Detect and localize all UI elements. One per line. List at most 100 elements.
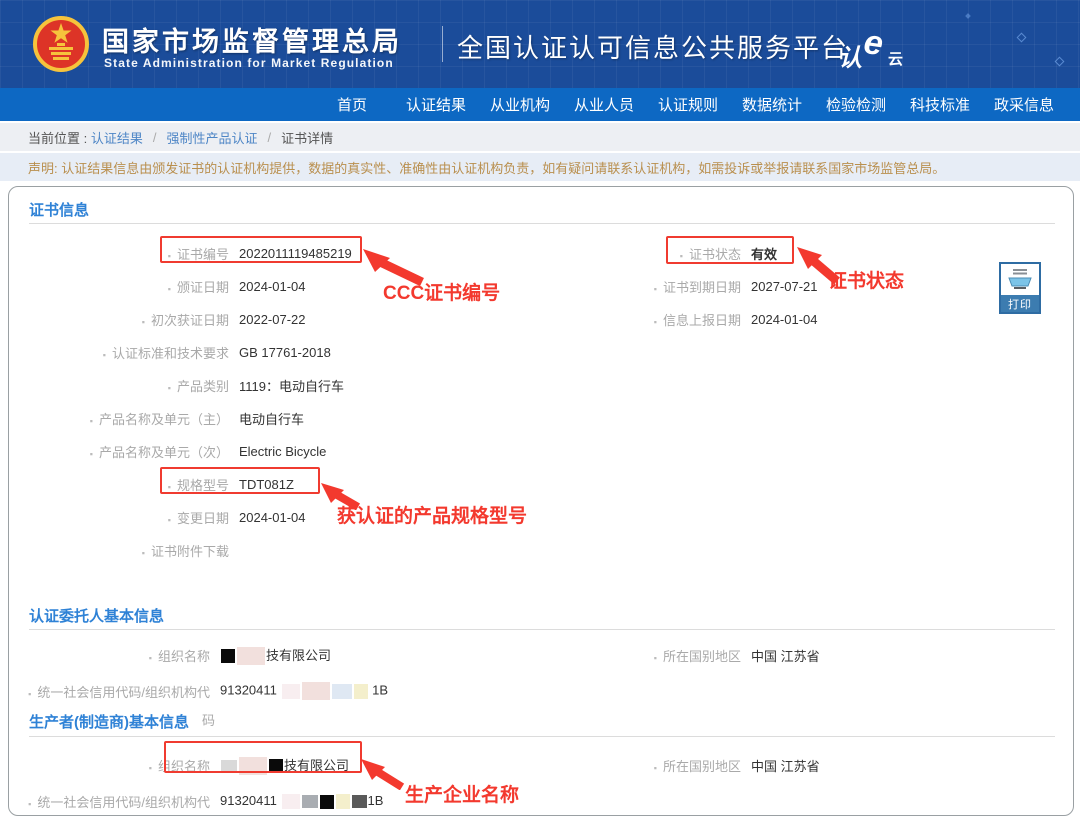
section-divider [29, 629, 1055, 630]
field-row-expiry-date: 证书到期日期 2027-07-21 [459, 270, 818, 303]
redaction-block [282, 684, 300, 699]
highlight-box-model [160, 467, 320, 494]
field-label: 变更日期 [9, 508, 229, 527]
field-value: 2024-01-04 [751, 312, 818, 327]
field-value-applicant-code: 91320411 1B [220, 682, 388, 700]
certificate-panel: 证书信息 证书编号 2022011119485219 颁证日期 2024-01-… [8, 186, 1074, 816]
breadcrumb-link-ccc[interactable]: 强制性产品认证 [167, 128, 258, 147]
redaction-block [221, 649, 235, 663]
field-row-attachment-download: 证书附件下载 [9, 534, 352, 567]
field-row-product-category: 产品类别 1119：电动自行车 [9, 369, 352, 402]
breadcrumb-separator: / [268, 130, 272, 145]
field-label: 证书到期日期 [459, 277, 741, 296]
applicant-fields-left: 组织名称 技有限公司 统一社会信用代码/组织机构代 91320411 1B [9, 637, 388, 709]
field-value: Electric Bicycle [239, 444, 326, 459]
redaction-block [332, 684, 352, 699]
breadcrumb-current: 证书详情 [281, 128, 333, 147]
disclaimer-bar: 声明: 认证结果信息由颁发证书的认证机构提供，数据的真实性、准确性由认证机构负责… [0, 153, 1080, 181]
field-label: 统一社会信用代码/组织机构代 [9, 682, 210, 701]
field-label: 颁证日期 [9, 277, 229, 296]
redaction-block [352, 795, 367, 808]
header-divider [442, 26, 443, 62]
print-button-label: 打印 [1001, 295, 1039, 312]
nav-item-cert-results[interactable]: 认证结果 [394, 94, 478, 115]
field-value: 2024-01-04 [239, 279, 306, 294]
decor-diamond-icon [1055, 57, 1065, 67]
logo-char-ren: 认 [838, 38, 862, 73]
field-row-product-name-main: 产品名称及单元（主） 电动自行车 [9, 402, 352, 435]
attachment-download-label[interactable]: 证书附件下载 [9, 541, 229, 560]
section-title-applicant: 认证委托人基本信息 [29, 605, 164, 626]
decor-diamond-icon [1017, 33, 1027, 43]
logo-char-e: e [861, 23, 885, 64]
breadcrumb-prefix: 当前位置 : [28, 128, 87, 147]
field-row-first-issue-date: 初次获证日期 2022-07-22 [9, 303, 352, 336]
field-row-report-date: 信息上报日期 2024-01-04 [459, 303, 818, 336]
logo-char-yun: 云 [888, 48, 903, 69]
print-button[interactable]: 打印 [999, 262, 1041, 314]
field-row-standard: 认证标准和技术要求 GB 17761-2018 [9, 336, 352, 369]
nav-item-home[interactable]: 首页 [310, 94, 394, 115]
field-row-applicant-region: 所在国别地区 中国 江苏省 [459, 637, 820, 673]
field-label: 产品名称及单元（次） [9, 442, 229, 461]
field-row-producer-code: 统一社会信用代码/组织机构代 91320411 1B [9, 783, 383, 816]
field-value-applicant-org: 技有限公司 [220, 645, 331, 666]
field-label: 所在国别地区 [459, 646, 741, 665]
decor-dot-icon [965, 13, 971, 19]
field-label: 组织名称 [9, 646, 210, 665]
field-label: 产品名称及单元（主） [9, 409, 229, 428]
wrapped-label-char: 码 [202, 710, 215, 729]
nav-item-data-stats[interactable]: 数据统计 [730, 94, 814, 115]
section-divider [29, 736, 1055, 737]
field-label: 信息上报日期 [459, 310, 741, 329]
section-title-producer: 生产者(制造商)基本信息 [29, 711, 189, 732]
field-row-product-name-sub: 产品名称及单元（次） Electric Bicycle [9, 435, 352, 468]
redaction-block [302, 795, 318, 808]
annotation-producer-name: 生产企业名称 [405, 780, 519, 807]
field-value-region: 中国 江苏省 [751, 756, 820, 775]
annotation-cert-no: CCC证书编号 [383, 278, 500, 305]
field-row-issue-date: 颁证日期 2024-01-04 [9, 270, 352, 303]
redaction-block [320, 795, 334, 809]
field-label: 产品类别 [9, 376, 229, 395]
agency-title-en: State Administration for Market Regulati… [104, 56, 394, 70]
nav-item-cert-rules[interactable]: 认证规则 [646, 94, 730, 115]
breadcrumb-link-cert-results[interactable]: 认证结果 [91, 128, 143, 147]
certificate-detail-page: { "colors": { "header_bg": "#1b4c9a", "n… [0, 0, 1080, 819]
breadcrumb-separator: / [153, 130, 157, 145]
field-row-applicant-code: 统一社会信用代码/组织机构代 91320411 1B [9, 673, 388, 709]
field-label: 所在国别地区 [459, 756, 741, 775]
national-emblem-logo [32, 13, 90, 75]
field-label: 初次获证日期 [9, 310, 229, 329]
printer-icon [1001, 264, 1039, 295]
applicant-fields-right: 所在国别地区 中国 江苏省 [459, 637, 820, 673]
nav-item-procurement[interactable]: 政采信息 [982, 94, 1066, 115]
redaction-block [237, 647, 265, 665]
field-label: 认证标准和技术要求 [9, 343, 229, 362]
redaction-block [336, 794, 350, 809]
field-row-change-date: 变更日期 2024-01-04 [9, 501, 352, 534]
breadcrumb: 当前位置 : 认证结果 / 强制性产品认证 / 证书详情 [0, 123, 1080, 151]
field-value: GB 17761-2018 [239, 345, 331, 360]
field-value-region: 中国 江苏省 [751, 646, 820, 665]
redaction-block [302, 682, 330, 700]
field-label: 统一社会信用代码/组织机构代 [9, 792, 210, 811]
highlight-box-cert-no [160, 236, 362, 263]
highlight-box-status [666, 236, 794, 264]
field-value: 1119：电动自行车 [239, 376, 344, 395]
nav-item-inspection[interactable]: 检验检测 [814, 94, 898, 115]
disclaimer-text: 声明: 认证结果信息由颁发证书的认证机构提供，数据的真实性、准确性由认证机构负责… [28, 158, 945, 177]
nav-item-tech-standards[interactable]: 科技标准 [898, 94, 982, 115]
section-divider [29, 223, 1055, 224]
agency-title-cn: 国家市场监督管理总局 [102, 20, 402, 59]
field-row-producer-region: 所在国别地区 中国 江苏省 [459, 747, 820, 783]
main-nav: 首页 认证结果 从业机构 从业人员 认证规则 数据统计 检验检测 科技标准 政采… [0, 88, 1080, 121]
field-value: 电动自行车 [239, 409, 304, 428]
nav-item-personnel[interactable]: 从业人员 [562, 94, 646, 115]
field-value: 2022-07-22 [239, 312, 306, 327]
nav-item-institutions[interactable]: 从业机构 [478, 94, 562, 115]
redaction-block [282, 794, 300, 809]
redaction-block [354, 684, 368, 699]
cert-fields-left: 证书编号 2022011119485219 颁证日期 2024-01-04 初次… [9, 237, 352, 567]
platform-title: 全国认证认可信息公共服务平台 [457, 28, 849, 65]
